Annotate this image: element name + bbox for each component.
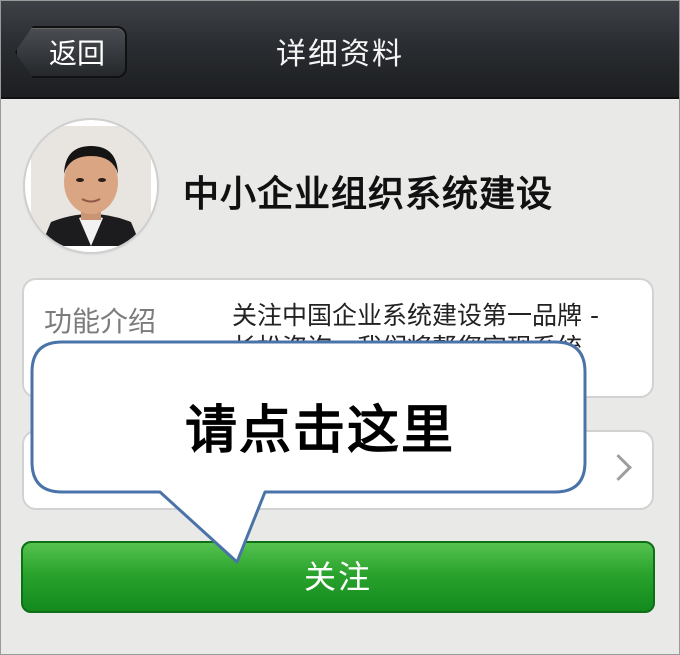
description-card: 功能介绍 关注中国企业系统建设第一品牌 - 长松咨询，我们将帮您实现系统 xyxy=(22,278,654,398)
description-text: 关注中国企业系统建设第一品牌 - 长松咨询，我们将帮您实现系统 xyxy=(232,301,599,362)
profile-name: 中小企业组织系统建设 xyxy=(183,174,554,215)
person-photo-icon xyxy=(31,126,151,246)
callout-text: 请点击这里 xyxy=(185,401,456,461)
avatar xyxy=(25,120,157,252)
description-label: 功能介绍 xyxy=(44,305,157,338)
follow-button[interactable]: 关注 xyxy=(21,541,655,613)
page-title: 详细资料 xyxy=(276,37,404,72)
navigation-bar: 返回 详细资料 xyxy=(1,1,679,99)
chevron-right-icon xyxy=(605,454,632,481)
